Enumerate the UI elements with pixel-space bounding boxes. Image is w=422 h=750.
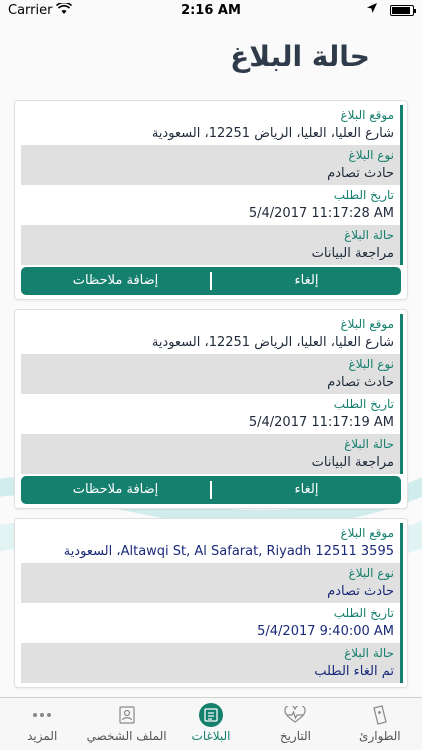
- date-label: تاريخ الطلب: [333, 606, 394, 620]
- profile-icon: [119, 704, 135, 726]
- reports-icon: [199, 703, 224, 727]
- tab-more-label: المزيد: [27, 729, 58, 743]
- status-value: تم الغاء الطلب: [314, 664, 394, 679]
- location-row: موقع البلاغ 3595 Altawqi St, Al Safarat,…: [21, 523, 400, 563]
- status-value: مراجعة البيانات: [311, 455, 394, 470]
- type-row: نوع البلاغ حادث تصادم: [21, 145, 400, 185]
- status-value: مراجعة البيانات: [311, 246, 394, 261]
- report-actions: إضافة ملاحظات إلغاء: [21, 476, 401, 504]
- page-title: حالة البلاغ: [230, 40, 370, 73]
- battery-icon: [390, 5, 416, 16]
- type-value: حادث تصادم: [327, 375, 394, 390]
- status-label: حالة البلاغ: [344, 228, 394, 242]
- type-label: نوع البلاغ: [348, 566, 394, 580]
- type-row: نوع البلاغ حادث تصادم: [21, 563, 400, 603]
- clock: 2:16 AM: [181, 3, 241, 18]
- cancel-report-button[interactable]: إلغاء: [212, 476, 401, 504]
- more-icon: [32, 704, 52, 726]
- history-icon: [284, 704, 307, 726]
- location-row: موقع البلاغ شارع العليا، العليا، الرياض …: [21, 314, 400, 354]
- location-label: موقع البلاغ: [340, 108, 395, 122]
- location-arrow-icon: [366, 2, 378, 18]
- cancel-report-button[interactable]: إلغاء: [212, 267, 401, 295]
- report-actions: إضافة ملاحظات إلغاء: [21, 267, 401, 295]
- report-card[interactable]: موقع البلاغ شارع العليا، العليا، الرياض …: [14, 309, 408, 509]
- add-notes-button[interactable]: إضافة ملاحظات: [21, 267, 210, 295]
- status-label: حالة البلاغ: [344, 437, 394, 451]
- location-label: موقع البلاغ: [340, 317, 395, 331]
- status-bar: Carrier 2:16 AM: [0, 0, 422, 22]
- location-value: شارع العليا، العليا، الرياض 12251، السعو…: [151, 126, 394, 141]
- date-row: تاريخ الطلب 5/4/2017 11:17:19 AM: [21, 394, 400, 434]
- date-value: 5/4/2017 11:17:19 AM: [248, 415, 394, 430]
- report-list[interactable]: موقع البلاغ شارع العليا، العليا، الرياض …: [14, 100, 408, 697]
- type-label: نوع البلاغ: [348, 357, 394, 371]
- tab-history[interactable]: التاريخ: [253, 698, 337, 750]
- status-row: حالة البلاغ مراجعة البيانات: [21, 225, 400, 265]
- tab-profile[interactable]: الملف الشخصي: [84, 698, 168, 750]
- report-card[interactable]: موقع البلاغ شارع العليا، العليا، الرياض …: [14, 100, 408, 300]
- date-row: تاريخ الطلب 5/4/2017 9:40:00 AM: [21, 603, 400, 643]
- type-value: حادث تصادم: [327, 166, 394, 181]
- report-card[interactable]: موقع البلاغ 3595 Altawqi St, Al Safarat,…: [14, 518, 408, 688]
- tab-reports-label: البلاغات: [191, 729, 231, 743]
- location-row: موقع البلاغ شارع العليا، العليا، الرياض …: [21, 105, 400, 145]
- type-row: نوع البلاغ حادث تصادم: [21, 354, 400, 394]
- date-label: تاريخ الطلب: [333, 397, 394, 411]
- location-value: 3595 Altawqi St, Al Safarat, Riyadh 1251…: [63, 544, 394, 559]
- report-status-screen: Carrier 2:16 AM حالة البلاغ موقع البلاغ …: [0, 0, 422, 750]
- emergency-icon: [371, 704, 389, 726]
- location-label: موقع البلاغ: [340, 526, 395, 540]
- date-label: تاريخ الطلب: [333, 188, 394, 202]
- tab-reports[interactable]: البلاغات: [169, 698, 253, 750]
- tab-emergency[interactable]: الطوارئ: [338, 698, 422, 750]
- tab-bar: المزيد الملف الشخصي البلاغات التاريخ الط…: [0, 697, 422, 750]
- tab-emergency-label: الطوارئ: [359, 729, 401, 743]
- status-label: حالة البلاغ: [344, 646, 394, 660]
- tab-more[interactable]: المزيد: [0, 698, 84, 750]
- date-row: تاريخ الطلب 5/4/2017 11:17:28 AM: [21, 185, 400, 225]
- date-value: 5/4/2017 9:40:00 AM: [257, 624, 394, 639]
- type-label: نوع البلاغ: [348, 148, 394, 162]
- type-value: حادث تصادم: [327, 584, 394, 599]
- date-value: 5/4/2017 11:17:28 AM: [248, 206, 394, 221]
- tab-profile-label: الملف الشخصي: [86, 729, 167, 743]
- add-notes-button[interactable]: إضافة ملاحظات: [21, 476, 210, 504]
- location-value: شارع العليا، العليا، الرياض 12251، السعو…: [151, 335, 394, 350]
- battery-fill: [392, 7, 410, 14]
- status-row: حالة البلاغ مراجعة البيانات: [21, 434, 400, 474]
- tab-history-label: التاريخ: [279, 729, 311, 743]
- status-row: حالة البلاغ تم الغاء الطلب: [21, 643, 400, 683]
